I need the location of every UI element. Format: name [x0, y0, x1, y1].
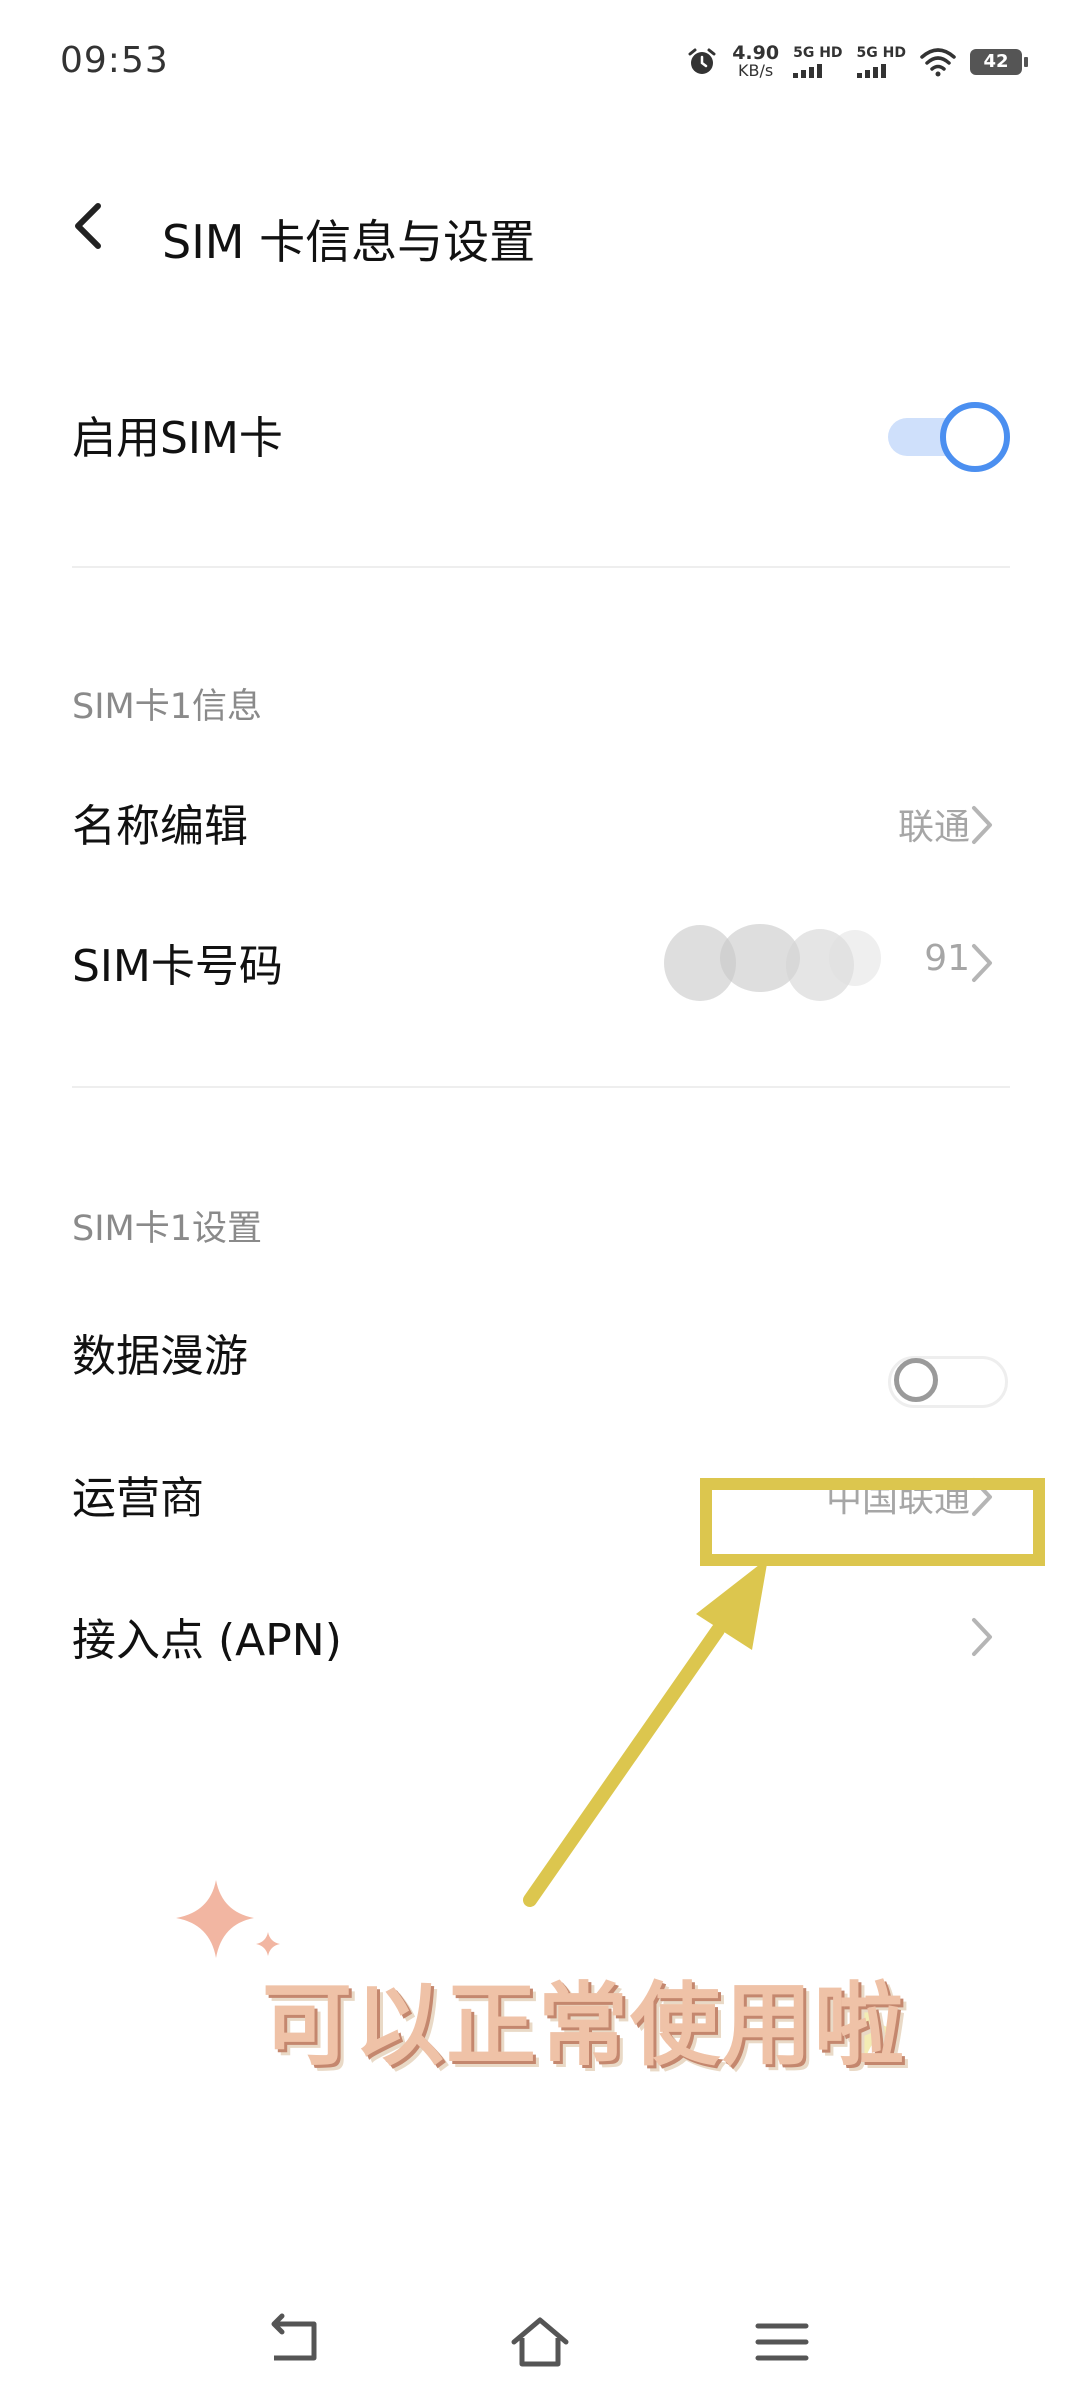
home-nav-icon[interactable] — [508, 2310, 572, 2374]
annotation-caption: 可以正常使用啦 — [262, 1973, 906, 2078]
back-nav-icon[interactable] — [262, 2310, 326, 2374]
menu-nav-icon[interactable] — [750, 2310, 814, 2374]
